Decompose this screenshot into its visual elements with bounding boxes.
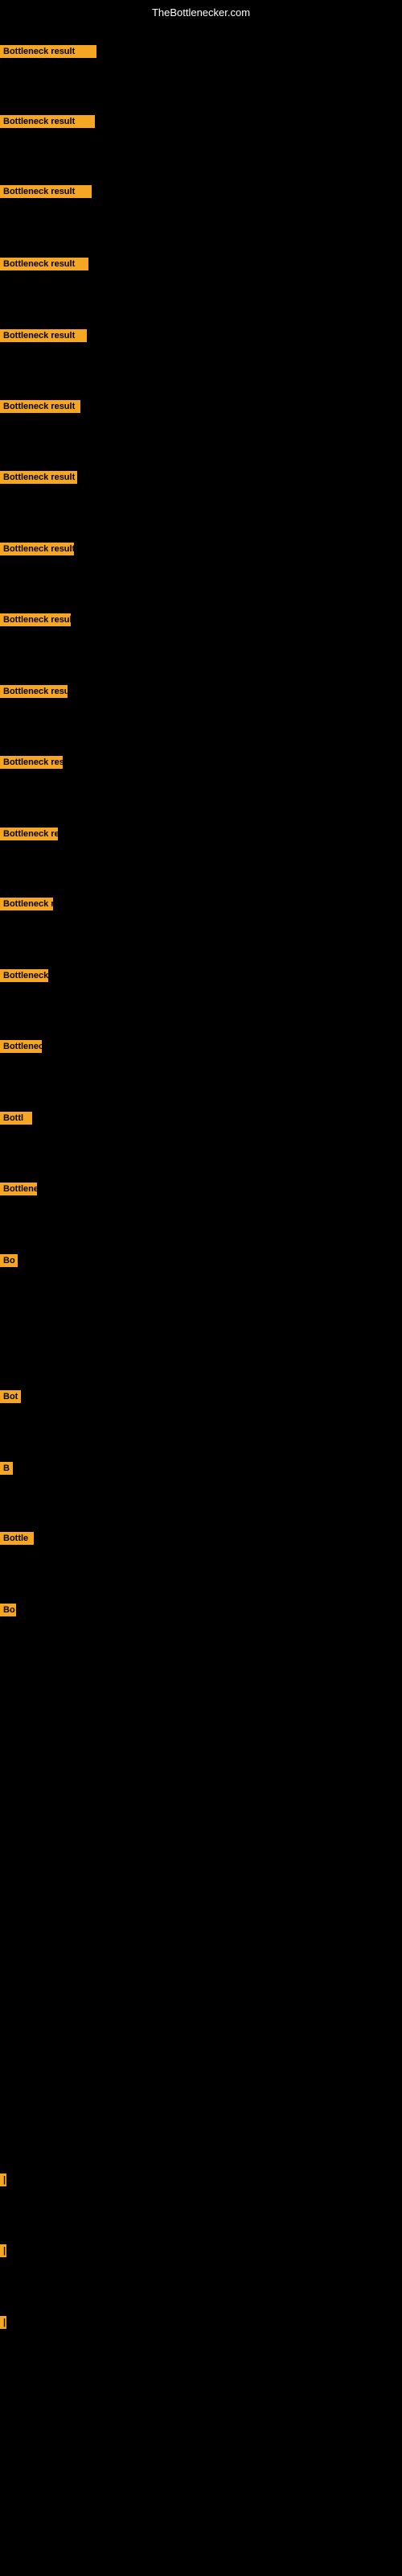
- bottleneck-badge-20[interactable]: Bottle: [0, 1532, 34, 1545]
- bottleneck-badge-10[interactable]: Bottleneck resul: [0, 756, 63, 769]
- bottleneck-badge-24[interactable]: |: [0, 2316, 6, 2329]
- bottleneck-badge-17[interactable]: Bo: [0, 1254, 18, 1267]
- site-title: TheBottlenecker.com: [0, 6, 402, 19]
- bottleneck-badge-0[interactable]: Bottleneck result: [0, 45, 96, 58]
- bottleneck-badge-8[interactable]: Bottleneck result: [0, 613, 71, 626]
- bottleneck-badge-9[interactable]: Bottleneck result: [0, 685, 68, 698]
- bottleneck-badge-7[interactable]: Bottleneck result: [0, 543, 74, 555]
- bottleneck-badge-21[interactable]: Bo: [0, 1604, 16, 1616]
- bottleneck-badge-3[interactable]: Bottleneck result: [0, 258, 88, 270]
- bottleneck-badge-6[interactable]: Bottleneck result: [0, 471, 77, 484]
- bottleneck-badge-5[interactable]: Bottleneck result: [0, 400, 80, 413]
- bottleneck-badge-16[interactable]: Bottlene: [0, 1183, 37, 1195]
- bottleneck-badge-14[interactable]: Bottlenec: [0, 1040, 42, 1053]
- bottleneck-badge-1[interactable]: Bottleneck result: [0, 115, 95, 128]
- bottleneck-badge-2[interactable]: Bottleneck result: [0, 185, 92, 198]
- bottleneck-badge-13[interactable]: Bottleneck re: [0, 969, 48, 982]
- bottleneck-badge-23[interactable]: |: [0, 2244, 6, 2257]
- bottleneck-badge-12[interactable]: Bottleneck res: [0, 898, 53, 910]
- bottleneck-badge-4[interactable]: Bottleneck result: [0, 329, 87, 342]
- bottleneck-badge-15[interactable]: Bottl: [0, 1112, 32, 1125]
- bottleneck-badge-11[interactable]: Bottleneck res: [0, 828, 58, 840]
- bottleneck-badge-18[interactable]: Bot: [0, 1390, 21, 1403]
- bottleneck-badge-19[interactable]: B: [0, 1462, 13, 1475]
- bottleneck-badge-22[interactable]: |: [0, 2174, 6, 2186]
